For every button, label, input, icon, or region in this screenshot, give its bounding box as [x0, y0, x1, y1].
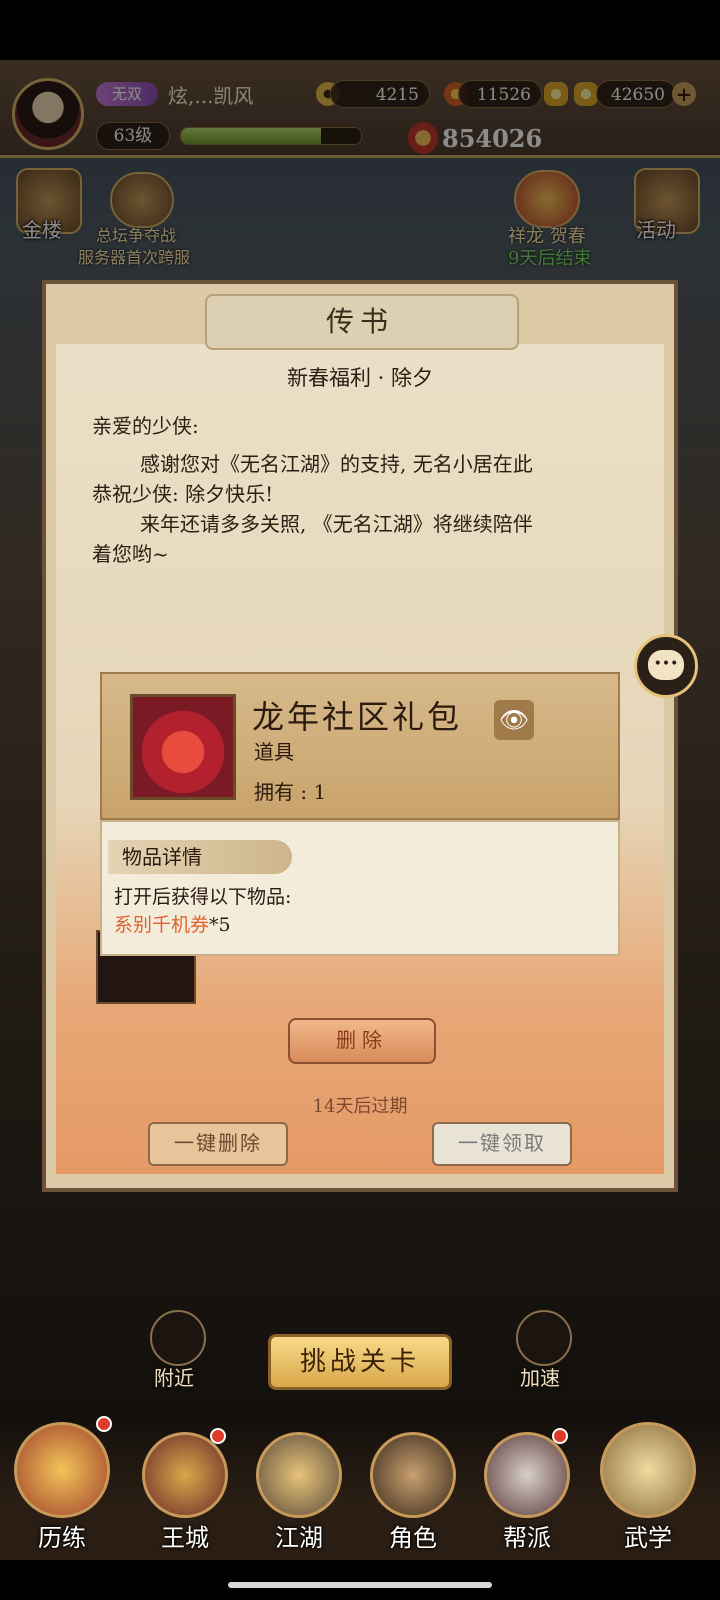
nav-royal-city-icon[interactable]: [142, 1432, 228, 1518]
home-indicator[interactable]: [228, 1582, 492, 1588]
nav-jianghu-icon[interactable]: [256, 1432, 342, 1518]
nearby-icon[interactable]: [150, 1310, 206, 1366]
nav-guild-icon[interactable]: [484, 1432, 570, 1518]
reward-line: 系别千机券*5: [114, 910, 231, 937]
item-owned-count: 拥有 : 1: [254, 780, 327, 804]
reward-quantity: *5: [209, 914, 231, 936]
nav-martial-arts-label[interactable]: 武学: [593, 1518, 703, 1553]
mail-body-line: 恭祝少侠: 除夕快乐!: [92, 482, 274, 506]
dialog-title: 传书: [325, 305, 394, 338]
chat-bubble-icon: •••: [648, 650, 684, 680]
preview-eye-icon[interactable]: 👁: [494, 700, 534, 740]
item-detail-tag: 物品详情: [108, 840, 292, 874]
nav-royal-city-label[interactable]: 王城: [130, 1518, 240, 1553]
mail-greeting: 亲爱的少侠:: [92, 414, 199, 438]
item-name: 龙年社区礼包: [252, 698, 463, 736]
nav-character-icon[interactable]: [370, 1432, 456, 1518]
item-type: 道具: [254, 740, 294, 764]
notification-dot: [552, 1428, 568, 1444]
nav-guild-label[interactable]: 帮派: [472, 1518, 582, 1553]
notification-dot: [96, 1416, 112, 1432]
mail-body-line: 来年还请多多关照, 《无名江湖》将继续陪伴: [140, 512, 533, 536]
status-bar: [0, 0, 720, 60]
challenge-stage-button[interactable]: 挑战关卡: [268, 1334, 452, 1390]
mail-body-line: 感谢您对《无名江湖》的支持, 无名小居在此: [140, 452, 533, 476]
nav-training-icon[interactable]: [14, 1422, 110, 1518]
delete-button[interactable]: 删除: [288, 1018, 436, 1064]
expiry-text: 14天后过期: [312, 1096, 408, 1117]
nav-character-label[interactable]: 角色: [358, 1518, 468, 1553]
nav-martial-arts-icon[interactable]: [600, 1422, 696, 1518]
mail-subject: 新春福利 · 除夕: [286, 366, 434, 390]
notification-dot: [210, 1428, 226, 1444]
mail-body-line: 着您哟~: [92, 542, 169, 566]
speedup-label: 加速: [520, 1366, 560, 1390]
nav-jianghu-label[interactable]: 江湖: [244, 1518, 354, 1553]
nearby-label: 附近: [154, 1366, 194, 1390]
reward-name: 系别千机券: [114, 914, 210, 936]
delete-all-button[interactable]: 一键删除: [148, 1122, 288, 1166]
system-home-bar: [0, 1560, 720, 1600]
gift-box-icon: [130, 694, 236, 800]
item-description: 打开后获得以下物品:: [114, 886, 292, 908]
nav-training-label[interactable]: 历练: [7, 1518, 117, 1553]
claim-all-button[interactable]: 一键领取: [432, 1122, 572, 1166]
speedup-icon[interactable]: [516, 1310, 572, 1366]
